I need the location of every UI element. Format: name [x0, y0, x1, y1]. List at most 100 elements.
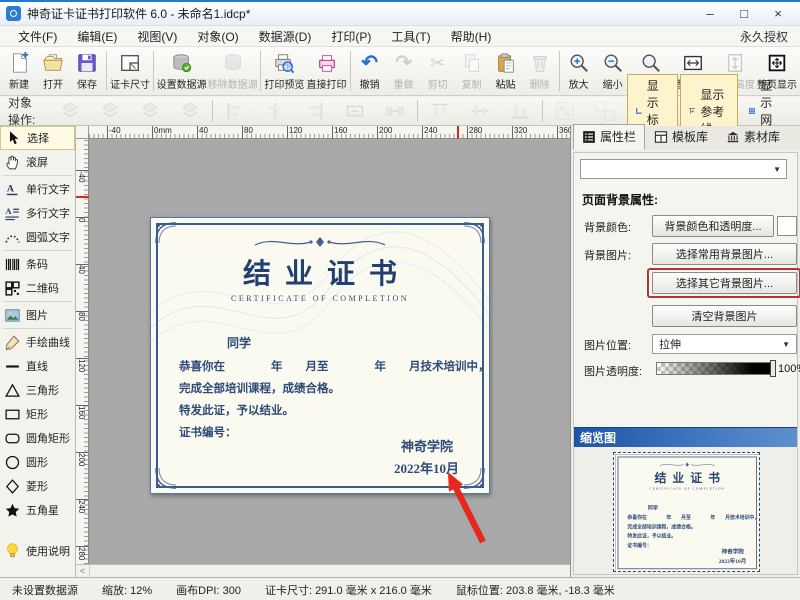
guides-toggle-icon [688, 103, 696, 119]
application-window: 神奇证卡证书打印软件 6.0 - 未命名1.idcp* – □ × 文件(F)编… [0, 0, 800, 600]
tool-item[interactable]: 五角星 [0, 498, 75, 522]
panel-tab[interactable]: 素材库 [717, 124, 789, 150]
tool-item[interactable]: 图片 [0, 303, 75, 327]
certificate-page[interactable]: 结业证书 CERTIFICATE OF COMPLETION 同学 恭喜你在 年… [150, 217, 490, 494]
certificate-salutation: 同学 [227, 334, 251, 351]
toolbar-button[interactable]: 设置数据源 [156, 48, 207, 94]
toolbar-button[interactable]: 复制 [455, 48, 489, 94]
toolbar-button[interactable]: ↷ 重做 [387, 48, 421, 94]
align-left-icon [224, 100, 246, 122]
object-action-button[interactable] [173, 101, 207, 121]
object-action-button[interactable] [548, 101, 582, 121]
tool-item[interactable]: A 多行文字 [0, 201, 75, 225]
panel-tabs: 属性栏 模板库 素材库 [571, 126, 800, 150]
panel-tab[interactable]: 属性栏 [573, 124, 645, 150]
toolbar-button[interactable]: ✂ 剪切 [421, 48, 455, 94]
object-toolbar: 对象操作: 显示标尺 显示参考线 显示网格 [0, 97, 800, 126]
toolbar-button[interactable]: 保存 [70, 48, 104, 94]
choose-common-bg-button[interactable]: 选择常用背景图片... [652, 243, 797, 265]
toolbar-button[interactable]: 粘贴 [489, 48, 523, 94]
toolbar-button[interactable]: 直接打印 [305, 48, 347, 94]
tool-item[interactable]: A 单行文字 [0, 177, 75, 201]
tool-item[interactable]: 选择 [0, 126, 75, 150]
close-button[interactable]: × [770, 6, 786, 21]
paste-icon [495, 52, 517, 74]
ruler-label: 120 [287, 126, 302, 139]
menu-item[interactable]: 对象(O) [187, 26, 248, 47]
tool-item[interactable]: 手绘曲线 [0, 330, 75, 354]
toolbar-button[interactable]: 新建 [2, 48, 36, 94]
properties-panel: ▼ 页面背景属性: 背景颜色: 背景颜色和透明度... 背景图片: 选择常用背景… [573, 152, 798, 575]
bg-color-button[interactable]: 背景颜色和透明度... [652, 215, 774, 237]
object-action-button[interactable] [338, 101, 372, 121]
maximize-button[interactable]: □ [736, 6, 752, 21]
tool-item[interactable]: 滚屏 [0, 150, 75, 174]
choose-other-bg-button[interactable]: 选择其它背景图片... [652, 272, 797, 294]
remove-datasource-icon [222, 52, 244, 74]
object-action-button[interactable] [53, 101, 87, 121]
toolbar-button[interactable]: ↶ 撤销 [353, 48, 387, 94]
status-segment: 未设置数据源 [0, 582, 90, 598]
bg-color-swatch[interactable] [777, 216, 797, 236]
menu-item[interactable]: 编辑(E) [67, 26, 127, 47]
menu-item[interactable]: 打印(P) [321, 26, 381, 47]
object-action-button[interactable] [423, 101, 457, 121]
tool-item[interactable]: 直线 [0, 354, 75, 378]
tool-item[interactable]: 矩形 [0, 402, 75, 426]
slider-handle[interactable] [770, 360, 776, 377]
thumbnail-certificate[interactable]: 结业证书 CERTIFICATE OF COMPLETION 同学 恭喜你在 年… [613, 452, 760, 572]
select-cursor-icon [5, 130, 22, 147]
grid-toggle-icon [748, 103, 756, 119]
toolbar-button[interactable]: 移除数据源 [207, 48, 258, 94]
menu-item[interactable]: 视图(V) [127, 26, 187, 47]
curve-icon [4, 334, 21, 351]
tool-item[interactable]: 条码 [0, 252, 75, 276]
object-action-button[interactable] [463, 101, 497, 121]
toolbar-button[interactable]: 放大 [562, 48, 596, 94]
object-action-button[interactable] [218, 101, 252, 121]
object-action-button[interactable] [298, 101, 332, 121]
triangle-icon [4, 382, 21, 399]
minimize-button[interactable]: – [702, 6, 718, 21]
tool-item[interactable]: 二维码 [0, 276, 75, 300]
image-position-select[interactable]: 拉伸 ▼ [652, 334, 797, 354]
toolbar-button[interactable]: 打印预览 [263, 48, 305, 94]
tool-item[interactable]: 圆形 [0, 450, 75, 474]
tool-item[interactable]: 圆角矩形 [0, 426, 75, 450]
tool-item[interactable]: 三角形 [0, 378, 75, 402]
tool-item[interactable]: 菱形 [0, 474, 75, 498]
object-action-button[interactable] [378, 101, 412, 121]
menu-item[interactable]: 数据源(D) [249, 26, 322, 47]
menu-item[interactable]: 帮助(H) [441, 26, 502, 47]
separator [212, 100, 213, 122]
toolbar-button[interactable]: 打开 [36, 48, 70, 94]
chevron-down-icon: ▼ [773, 165, 781, 174]
object-action-icons [50, 100, 625, 122]
object-action-button[interactable] [588, 101, 622, 121]
scroll-left-icon[interactable]: < [76, 565, 90, 577]
menu-item[interactable]: 文件(F) [8, 26, 67, 47]
horizontal-scrollbar[interactable]: < [76, 564, 570, 577]
chevron-down-icon: ▼ [782, 340, 790, 349]
object-action-button[interactable] [258, 101, 292, 121]
red-pointer-arrow [429, 459, 499, 554]
help-item[interactable]: 使用说明 [0, 542, 75, 559]
clear-bg-button[interactable]: 清空背景图片 [652, 305, 797, 327]
flourish-ornament [245, 234, 395, 250]
object-action-button[interactable] [93, 101, 127, 121]
multi-line-text-icon: A [4, 205, 21, 222]
panel-tab[interactable]: 模板库 [645, 124, 717, 150]
toolbar-button[interactable]: 证卡尺寸 [109, 48, 151, 94]
qrcode-icon [4, 280, 21, 297]
design-canvas[interactable]: 结业证书 CERTIFICATE OF COMPLETION 同学 恭喜你在 年… [89, 139, 570, 564]
toolbar-button[interactable]: 删除 [523, 48, 557, 94]
material-icon [726, 130, 740, 144]
object-action-button[interactable] [133, 101, 167, 121]
equal-spacing-icon [384, 100, 406, 122]
object-action-button[interactable] [503, 101, 537, 121]
menu-item[interactable]: 工具(T) [381, 26, 440, 47]
align-top-icon [429, 100, 451, 122]
tool-item[interactable]: 圆弧文字 [0, 225, 75, 249]
object-selector[interactable]: ▼ [580, 159, 787, 179]
opacity-slider[interactable] [656, 362, 774, 375]
